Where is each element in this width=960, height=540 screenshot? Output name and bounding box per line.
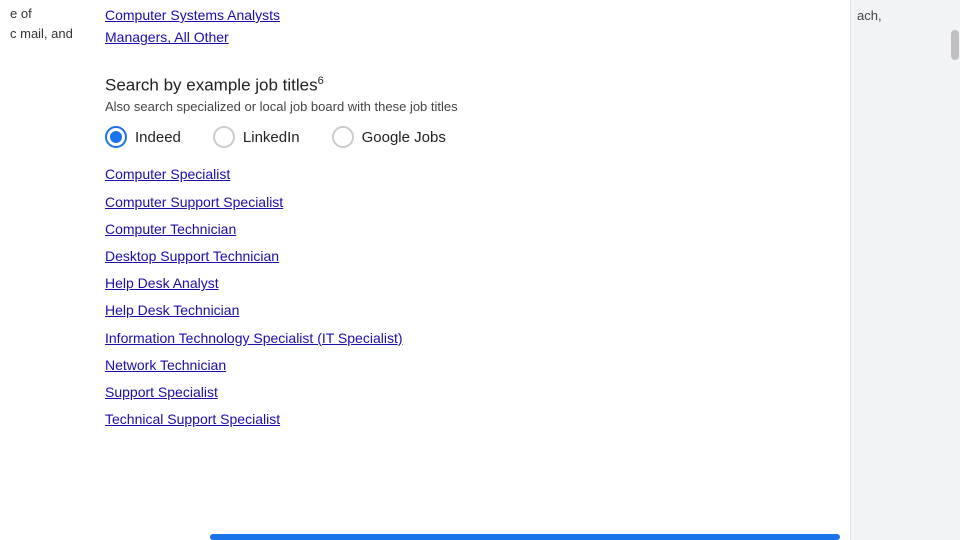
job-link[interactable]: Desktop Support Technician	[105, 244, 850, 269]
job-link[interactable]: Computer Specialist	[105, 162, 850, 187]
left-text-2: c mail, and	[10, 24, 95, 44]
left-sidebar: e of c mail, and	[0, 0, 105, 540]
radio-circle	[105, 126, 127, 148]
subtitle: Also search specialized or local job boa…	[105, 99, 850, 114]
bottom-bar	[210, 534, 840, 540]
job-link[interactable]: Information Technology Specialist (IT Sp…	[105, 326, 850, 351]
radio-circle	[213, 126, 235, 148]
right-sidebar: ach,	[850, 0, 960, 540]
job-link[interactable]: Support Specialist	[105, 380, 850, 405]
radio-option-google-jobs[interactable]: Google Jobs	[332, 126, 446, 148]
top-link[interactable]: Managers, All Other	[105, 26, 850, 48]
radio-option-indeed[interactable]: Indeed	[105, 126, 181, 148]
job-link[interactable]: Help Desk Technician	[105, 298, 850, 323]
radio-option-linkedin[interactable]: LinkedIn	[213, 126, 300, 148]
scrollbar-thumb[interactable]	[951, 30, 959, 60]
job-link[interactable]: Help Desk Analyst	[105, 271, 850, 296]
right-sidebar-text: ach,	[851, 0, 960, 31]
top-link[interactable]: Computer Systems Analysts	[105, 4, 850, 26]
radio-label: LinkedIn	[243, 129, 300, 146]
job-link[interactable]: Network Technician	[105, 353, 850, 378]
job-links: Computer Specialist Computer Support Spec…	[105, 162, 850, 432]
left-text-1: e of	[10, 4, 95, 24]
section-title: Search by example job titles6	[105, 75, 850, 96]
scrollbar-track[interactable]	[950, 0, 960, 540]
page-container: e of c mail, and Computer Systems Analys…	[0, 0, 960, 540]
radio-label: Indeed	[135, 129, 181, 146]
top-links: Computer Systems AnalystsManagers, All O…	[105, 0, 850, 49]
job-link[interactable]: Technical Support Specialist	[105, 407, 850, 432]
radio-label: Google Jobs	[362, 129, 446, 146]
job-link[interactable]: Computer Technician	[105, 217, 850, 242]
radio-circle	[332, 126, 354, 148]
main-content: Computer Systems AnalystsManagers, All O…	[105, 0, 850, 540]
search-section: Search by example job titles6 Also searc…	[105, 49, 850, 433]
job-link[interactable]: Computer Support Specialist	[105, 190, 850, 215]
radio-group: Indeed LinkedIn Google Jobs	[105, 126, 850, 148]
